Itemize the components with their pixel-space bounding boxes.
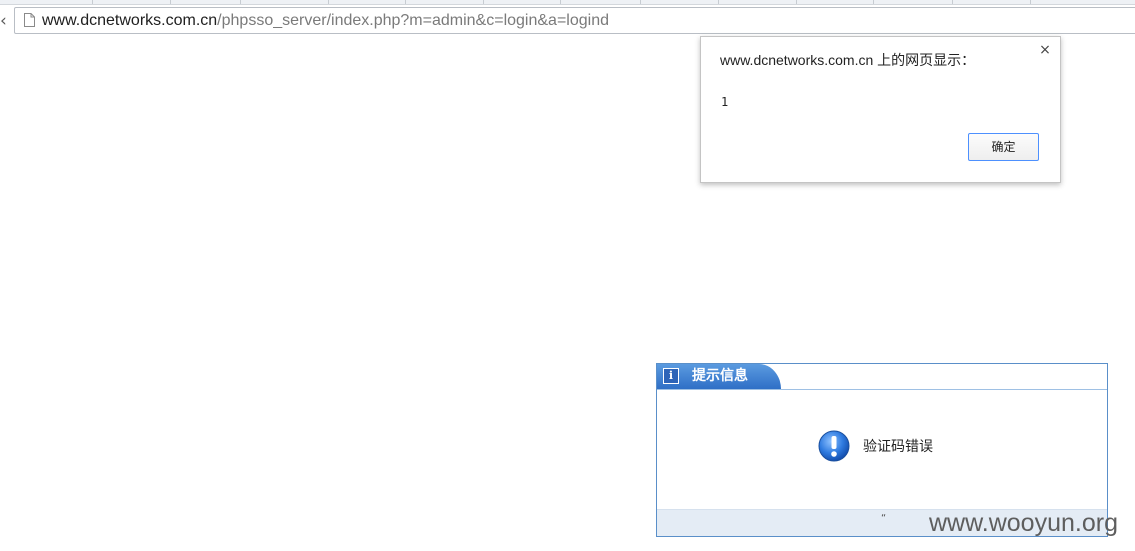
tab-edge: [873, 0, 874, 4]
tab-edge: [796, 0, 797, 4]
tab-edge: [92, 0, 93, 4]
footer-mark: “: [881, 513, 887, 524]
message-box-title-tab: i 提示信息: [657, 364, 781, 389]
ok-button[interactable]: 确定: [968, 133, 1039, 161]
js-alert-dialog: www.dcnetworks.com.cn 上的网页显示： × 1 确定: [700, 36, 1061, 183]
address-bar-url[interactable]: www.dcnetworks.com.cn/phpsso_server/inde…: [42, 12, 609, 30]
tab-strip: [0, 0, 1135, 5]
url-host: www.dcnetworks.com.cn: [42, 12, 218, 29]
tab-edge: [640, 0, 641, 4]
info-icon: i: [663, 368, 679, 384]
tab-edge: [483, 0, 484, 4]
exclamation-icon: [818, 430, 850, 462]
tab-edge: [718, 0, 719, 4]
page-icon: [24, 13, 35, 27]
alert-title: www.dcnetworks.com.cn 上的网页显示：: [720, 52, 976, 68]
tab-edge: [240, 0, 241, 4]
alert-message: 1: [721, 95, 729, 109]
close-icon[interactable]: ×: [1038, 43, 1052, 57]
address-bar[interactable]: www.dcnetworks.com.cn/phpsso_server/inde…: [14, 7, 1135, 34]
message-box-title: 提示信息: [692, 368, 748, 384]
watermark: www.wooyun.org: [929, 509, 1118, 537]
tab-edge: [560, 0, 561, 4]
tab-edge: [328, 0, 329, 4]
back-arrow-icon[interactable]: ‹: [0, 9, 8, 33]
tab-edge: [952, 0, 953, 4]
tab-edge: [1030, 0, 1031, 4]
message-text: 验证码错误: [863, 439, 933, 455]
message-box-body: 验证码错误: [657, 390, 1107, 510]
tab-edge: [170, 0, 171, 4]
tab-edge: [405, 0, 406, 4]
message-box-header: i 提示信息: [657, 364, 1107, 390]
url-path: /phpsso_server/index.php?m=admin&c=login…: [217, 12, 609, 29]
